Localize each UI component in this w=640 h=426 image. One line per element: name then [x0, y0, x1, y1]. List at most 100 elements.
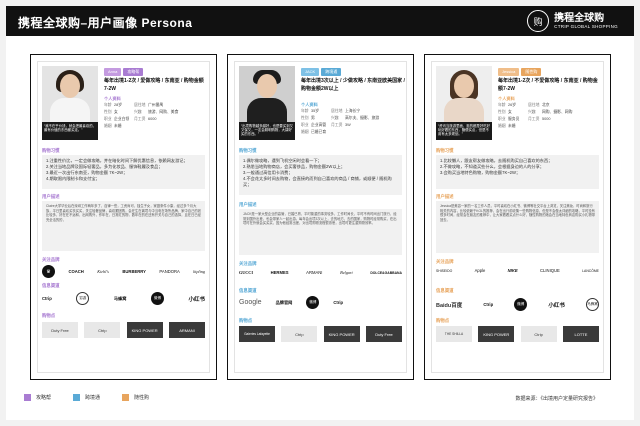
brand-logo: HERMES	[270, 270, 289, 275]
store-thumb: KING POWER	[323, 326, 360, 342]
bio-box: Claire大学毕业后在深圳工作两年多了，自律一些，工资尚可，独生子女，家庭条件…	[42, 201, 205, 251]
bio-title: 用户描述	[42, 194, 60, 199]
channel-logo: Ctrip	[483, 302, 494, 307]
brand-logo: GUCCI	[239, 270, 253, 275]
channel-logo: Baidu百度	[436, 302, 463, 309]
bio-box: JACK是一家大型企业的高管，已婚已育，平时繁重的事务较多，工作时间长，平时不有…	[239, 209, 402, 255]
store-thumb: Ctrip	[84, 322, 121, 338]
bio-title: 用户描述	[239, 202, 257, 207]
persona-name-tag: Jessica	[498, 68, 520, 76]
brand-logo: kipling	[193, 269, 205, 274]
logo-name-cn: 携程全球购	[554, 12, 605, 24]
channel-logo: Ctrip	[333, 300, 344, 305]
brands-title: 关注品牌	[239, 261, 257, 266]
store-thumb: Ctrip	[281, 326, 318, 342]
legend-swatch	[24, 394, 31, 401]
slide: 携程全球购–用户画像 Persona 购 携程全球购 CTRIP GLOBAL …	[6, 6, 634, 420]
legend-swatch	[73, 394, 81, 401]
info-table: 年龄 28岁 居住地 广州番禺 性别女兴趣 旅游、网购、美食 职业 企业白领 月工资 6000…	[104, 103, 179, 128]
habit-box: 1.偶尔做攻略，遇到飞机空闲时会看一下； 2.熟悉当地购物商店，会买奢侈品，购物金…	[239, 155, 402, 195]
store-thumb: ARMANI	[168, 322, 205, 338]
store-logos: Duty Free Ctrip KING POWER ARMANI	[42, 322, 205, 338]
brands-title: 关注品牌	[42, 257, 60, 262]
info-table: 年龄 26岁 居住地 北京 性别女兴趣 网购、摄影、网购 职业 服务员 月工资 5000 婚姻…	[498, 103, 573, 128]
habit-title: 购物习惯	[239, 148, 257, 153]
channel-logo: 马蜂窝	[585, 298, 599, 311]
channel-logo: 微博	[150, 292, 164, 305]
persona-slogan: 每年出境1-2次 / 不爱做攻略 / 东南亚 / 购物金额7-2W	[498, 78, 598, 92]
store-thumb: Duty Free	[365, 326, 402, 342]
channel-logo: 微博	[306, 296, 320, 309]
store-thumb: Galeries Lafayette	[239, 326, 275, 342]
brand-logo: Apple	[474, 268, 486, 273]
persona-type-tag: 攻略帮	[123, 68, 144, 76]
bio-box: Jessica是美容一家的一名工作人员，平时喜欢在小红书、微博等社交平台上浏览，…	[436, 201, 599, 253]
channel-logos: Ctrip 穷游 马蜂窝 微博 小红书	[42, 292, 205, 305]
brand-logo[interactable]: 购 携程全球购 CTRIP GLOBAL SHOPPING	[527, 10, 618, 32]
store-thumb: KING POWER	[126, 322, 163, 338]
brand-logo: DOLCE&GABBANA	[370, 270, 402, 275]
legend: 攻略帮 跨境通 随性购	[24, 394, 149, 401]
habit-box: 1.注重性价比，一定会做攻略，并在暗化时间下解优惠信息，依赖网友游记； 2.关注当…	[42, 155, 205, 189]
persona-type-tag: 随性购	[521, 68, 542, 76]
store-logos: THE SHILLA KING POWER Ctrip LOTTE	[436, 326, 599, 342]
habit-title: 购物习惯	[436, 148, 454, 153]
store-thumb: LOTTE	[562, 326, 599, 342]
persona-quote: “我不在乎价钱，就会把最喜欢的，最有价值的东西都买走。”	[42, 122, 98, 140]
brand-logos: ♛ COACH Kiehl's BURBERRY PANDORA kipling	[42, 265, 205, 278]
habit-title: 购物习惯	[42, 148, 60, 153]
brand-logo: NIKE	[507, 268, 518, 273]
brand-logo: LANCÔME	[582, 268, 599, 273]
stores-title: 购物点	[42, 313, 56, 318]
channel-logo: 品牌官网	[275, 299, 293, 305]
store-logos: Galeries Lafayette Ctrip KING POWER Duty…	[239, 326, 402, 342]
persona-photo	[42, 66, 98, 130]
persona-name-tag: JACK	[301, 68, 320, 76]
brand-logo: Kiehl's	[97, 269, 109, 274]
header-bar: 携程全球购–用户画像 Persona 购 携程全球购 CTRIP GLOBAL …	[6, 6, 634, 36]
brand-logo: Bvlgari	[340, 270, 353, 275]
channel-logo: Ctrip	[42, 296, 52, 301]
store-thumb: Ctrip	[520, 326, 557, 342]
persona-slogan: 每年出境1-2次 / 爱做攻略 / 东南亚 / 购物金额7-2W	[104, 78, 204, 92]
channel-logo: 马蜂窝	[113, 295, 127, 301]
channels-title: 信息渠道	[436, 288, 454, 293]
habit-box: 1.比较懒人，跟友帮友做攻略，去随机购买自己喜欢的东西； 2.不做攻略，不知道买些…	[436, 155, 599, 189]
store-thumb: THE SHILLA	[436, 326, 472, 342]
channel-logo: 微博	[514, 298, 528, 311]
persona-card-anna: “我不在乎价钱，就会把最喜欢的，最有价值的东西都买走。” Anna 攻略帮 每年…	[30, 54, 217, 380]
channels-title: 信息渠道	[42, 283, 60, 288]
persona-type-tag: 跨境通	[321, 68, 342, 76]
persona-quote: “出境购物越多越好，也是要买到又又保又，一定会精明购物，大肆好买的东西。”	[239, 122, 295, 140]
store-thumb: KING POWER	[478, 326, 515, 342]
bio-title: 用户描述	[436, 194, 454, 199]
brand-logo: SHISEIDO	[436, 268, 453, 273]
brand-logo: CLINIQUE	[540, 268, 560, 273]
channel-logo: 穷游	[76, 292, 90, 305]
persona-card-jack: “出境购物越多越好，也是要买到又又保又，一定会精明购物，大肆好买的东西。” JA…	[227, 54, 414, 380]
legend-swatch	[122, 394, 130, 401]
brand-logo: COACH	[68, 269, 84, 274]
persona-slogan: 每年出境3次以上 / 少做攻略 / 东南亚欧美国家 / 购物金额2W以上	[301, 78, 405, 92]
logo-name-en: CTRIP GLOBAL SHOPPING	[554, 23, 618, 29]
brand-logos: GUCCI HERMES ARMANI Bvlgari DOLCE&GABBAN…	[239, 270, 402, 275]
page-title: 携程全球购–用户画像 Persona	[18, 16, 193, 30]
brand-logo: PANDORA	[159, 269, 180, 274]
persona-name-tag: Anna	[104, 68, 122, 76]
legend-item-travel: 跨境通	[73, 394, 100, 401]
stores-title: 购物点	[239, 318, 253, 323]
legend-item-casual: 随性购	[122, 394, 149, 401]
brands-title: 关注品牌	[436, 259, 454, 264]
brand-logo: BURBERRY	[122, 269, 146, 274]
data-source: 数据来源：《出境用户定量研究报告》	[515, 396, 598, 402]
channel-logos: Google 品牌官网 微博 Ctrip	[239, 296, 402, 309]
rolex-icon: ♛	[42, 265, 55, 278]
brand-logo: ARMANI	[306, 270, 323, 275]
brand-logos: SHISEIDO Apple NIKE CLINIQUE LANCÔME	[436, 268, 599, 273]
legend-item-strategy: 攻略帮	[24, 394, 51, 401]
store-thumb: Duty Free	[42, 322, 78, 338]
persona-quote: “资讯当旅游里面，逛的都是好吃好玩好看的东西，随便买点，但是不用有太多规划。”	[436, 122, 492, 140]
logo-mark-icon: 购	[527, 10, 550, 32]
channel-logo: 小红书	[188, 296, 205, 303]
info-table: 年龄 35岁 居住地 上海长宁 性别男兴趣 高尔夫、摄影、旅游 职业 企业高管 月工资 3W …	[301, 109, 380, 134]
